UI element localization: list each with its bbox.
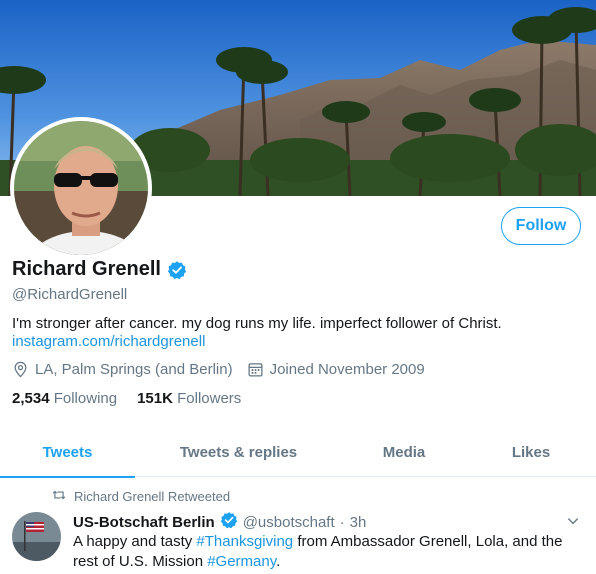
profile-handle: @RichardGrenell: [12, 286, 128, 303]
tweet-timestamp[interactable]: 3h: [350, 514, 367, 531]
profile-tabs: Tweets Tweets & replies Media Likes: [0, 427, 596, 478]
profile-bio: I'm stronger after cancer. my dog runs m…: [12, 315, 502, 332]
profile-location-text: LA, Palm Springs (and Berlin): [35, 361, 233, 378]
calendar-icon: [247, 361, 264, 378]
retweet-icon: [52, 488, 66, 505]
tab-media[interactable]: Media: [342, 427, 466, 477]
profile-meta: LA, Palm Springs (and Berlin) Joined Nov…: [12, 361, 439, 378]
retweet-note: Richard Grenell Retweeted: [74, 489, 231, 504]
profile-website-link[interactable]: instagram.com/richardgrenell: [12, 333, 205, 350]
follow-button[interactable]: Follow: [501, 207, 581, 245]
tab-likes[interactable]: Likes: [466, 427, 596, 477]
tweet-author-name[interactable]: US-Botschaft Berlin: [73, 514, 215, 531]
following-link[interactable]: 2,534 Following: [12, 390, 117, 407]
tweet-text-part3: .: [276, 553, 281, 570]
profile-location: LA, Palm Springs (and Berlin): [12, 361, 233, 378]
profile-joined-text: Joined November 2009: [269, 361, 425, 378]
hashtag-germany[interactable]: #Germany: [207, 553, 276, 570]
profile-avatar[interactable]: [10, 117, 152, 259]
tweet-header: US-Botschaft Berlin @usbotschaft · 3h: [73, 511, 366, 533]
profile-joined: Joined November 2009: [247, 361, 425, 378]
tab-tweets[interactable]: Tweets: [0, 427, 135, 478]
retweet-indicator: Richard Grenell Retweeted: [52, 488, 230, 505]
chevron-down-icon[interactable]: [566, 514, 580, 533]
followers-link[interactable]: 151K Followers: [137, 390, 241, 407]
profile-name: Richard Grenell: [12, 258, 161, 280]
verified-badge-icon: [220, 511, 238, 533]
profile-stats: 2,534 Following 151K Followers: [12, 390, 261, 407]
tweet-text-part1: A happy and tasty: [73, 533, 197, 550]
tab-tweets-and-replies[interactable]: Tweets & replies: [135, 427, 342, 477]
followers-count: 151K: [137, 390, 173, 407]
profile-name-row: Richard Grenell: [12, 258, 187, 281]
location-pin-icon: [12, 361, 29, 378]
following-label: Following: [53, 390, 118, 407]
verified-badge-icon: [167, 260, 187, 280]
tweet-author-avatar[interactable]: [12, 512, 61, 561]
following-count: 2,534: [12, 390, 50, 407]
tweet-text: A happy and tasty #Thanksgiving from Amb…: [73, 532, 588, 572]
hashtag-thanksgiving[interactable]: #Thanksgiving: [196, 533, 293, 550]
followers-label: Followers: [177, 390, 242, 407]
tweet-author-handle[interactable]: @usbotschaft: [243, 514, 335, 531]
tweet-separator: ·: [339, 513, 345, 531]
